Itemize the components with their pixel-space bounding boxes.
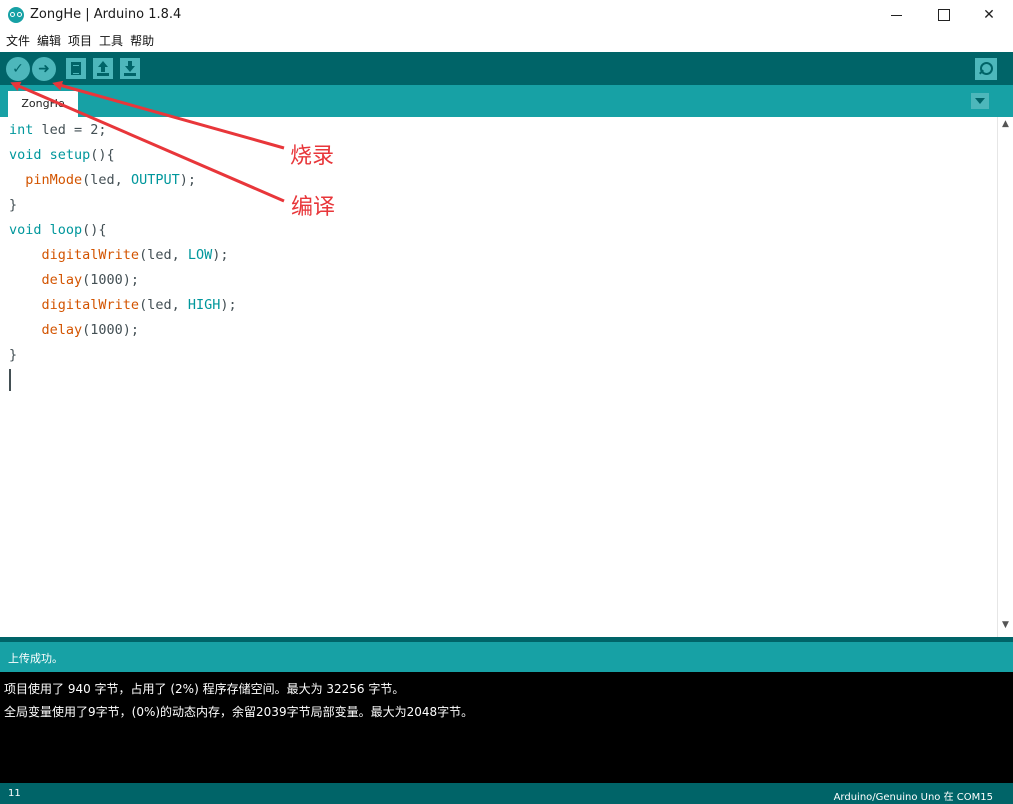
text-cursor — [9, 369, 11, 391]
menu-help[interactable]: 帮助 — [128, 31, 156, 51]
tab-sketch[interactable]: ZongHe — [8, 91, 78, 117]
code-token: (1000); — [82, 322, 140, 338]
code-token: pinMode — [25, 172, 83, 188]
code-token: void — [9, 222, 42, 238]
title-bar: ZongHe | Arduino 1.8.4 ✕ — [0, 0, 1013, 31]
verify-button[interactable]: ✓ — [6, 57, 30, 81]
code-line[interactable]: pinMode(led, OUTPUT); — [9, 168, 196, 193]
burn-annotation-label: 烧录 — [290, 144, 335, 169]
toolbar: ✓ ➜ — [0, 52, 1013, 85]
code-token: (){ — [82, 222, 107, 238]
code-token: delay — [41, 322, 83, 338]
console-line: 全局变量使用了9字节，(0%)的动态内存，余留2039字节局部变量。最大为204… — [4, 705, 474, 719]
code-token: } — [9, 347, 18, 363]
scroll-down-icon[interactable]: ▼ — [1002, 620, 1009, 630]
arduino-logo-icon — [8, 7, 24, 23]
code-token: ); — [212, 247, 229, 263]
upload-button[interactable]: ➜ — [32, 57, 56, 81]
console-status-bar: 上传成功。 — [0, 642, 1013, 672]
code-line[interactable]: delay(1000); — [9, 318, 140, 343]
menu-bar: 文件 编辑 项目 工具 帮助 — [0, 31, 1013, 51]
code-line[interactable]: void loop(){ — [9, 218, 107, 243]
minimize-button[interactable] — [874, 0, 920, 31]
close-button[interactable]: ✕ — [966, 0, 1012, 31]
code-token: (led, — [82, 172, 131, 188]
code-token: ); — [220, 297, 237, 313]
code-token: ); — [179, 172, 196, 188]
status-bar: 11 Arduino/Genuino Uno 在 COM15 — [0, 783, 1013, 804]
code-line[interactable]: void setup(){ — [9, 143, 115, 168]
board-port-info: Arduino/Genuino Uno 在 COM15 — [833, 792, 993, 803]
code-token: LOW — [187, 247, 213, 263]
code-token: delay — [41, 272, 83, 288]
code-line[interactable]: digitalWrite(led, HIGH); — [9, 293, 237, 318]
new-sketch-button[interactable] — [66, 58, 86, 79]
console-line: 项目使用了 940 字节，占用了 (2%) 程序存储空间。最大为 32256 字… — [4, 682, 405, 696]
serial-monitor-button[interactable] — [975, 58, 997, 80]
editor-scrollbar[interactable]: ▲ ▼ — [997, 117, 1013, 637]
code-token: } — [9, 197, 18, 213]
open-sketch-button[interactable] — [93, 58, 113, 79]
maximize-button[interactable] — [920, 0, 966, 31]
code-token: (led, — [139, 247, 188, 263]
window-title: ZongHe | Arduino 1.8.4 — [30, 7, 182, 22]
scroll-up-icon[interactable]: ▲ — [1002, 119, 1009, 129]
code-editor[interactable]: int led = 2; void setup(){ pinMode(led, O… — [0, 117, 997, 637]
code-line[interactable]: int led = 2; — [9, 118, 107, 143]
compile-annotation-label: 编译 — [291, 195, 336, 220]
menu-edit[interactable]: 编辑 — [35, 31, 63, 51]
code-token: (){ — [90, 147, 115, 163]
code-line[interactable]: } — [9, 343, 17, 368]
code-token: (led, — [139, 297, 188, 313]
code-token: digitalWrite — [41, 247, 140, 263]
code-token: void — [9, 147, 42, 163]
code-token: (1000); — [82, 272, 140, 288]
console-output: 项目使用了 940 字节，占用了 (2%) 程序存储空间。最大为 32256 字… — [0, 672, 1013, 783]
menu-file[interactable]: 文件 — [4, 31, 32, 51]
line-number: 11 — [8, 788, 21, 799]
tab-menu-dropdown-button[interactable] — [971, 93, 989, 109]
code-token: int — [9, 122, 34, 138]
upload-status-text: 上传成功。 — [8, 652, 63, 665]
save-sketch-button[interactable] — [120, 58, 140, 79]
tab-strip: ZongHe — [0, 85, 1013, 117]
code-line[interactable]: digitalWrite(led, LOW); — [9, 243, 229, 268]
code-line[interactable]: delay(1000); — [9, 268, 140, 293]
code-token: setup — [49, 147, 91, 163]
code-token: HIGH — [187, 297, 221, 313]
code-token: loop — [49, 222, 83, 238]
menu-tools[interactable]: 工具 — [97, 31, 125, 51]
code-token: digitalWrite — [41, 297, 140, 313]
code-token: OUTPUT — [130, 172, 180, 188]
code-token: led = 2; — [33, 122, 107, 138]
menu-sketch[interactable]: 项目 — [66, 31, 94, 51]
code-line[interactable]: } — [9, 193, 17, 218]
